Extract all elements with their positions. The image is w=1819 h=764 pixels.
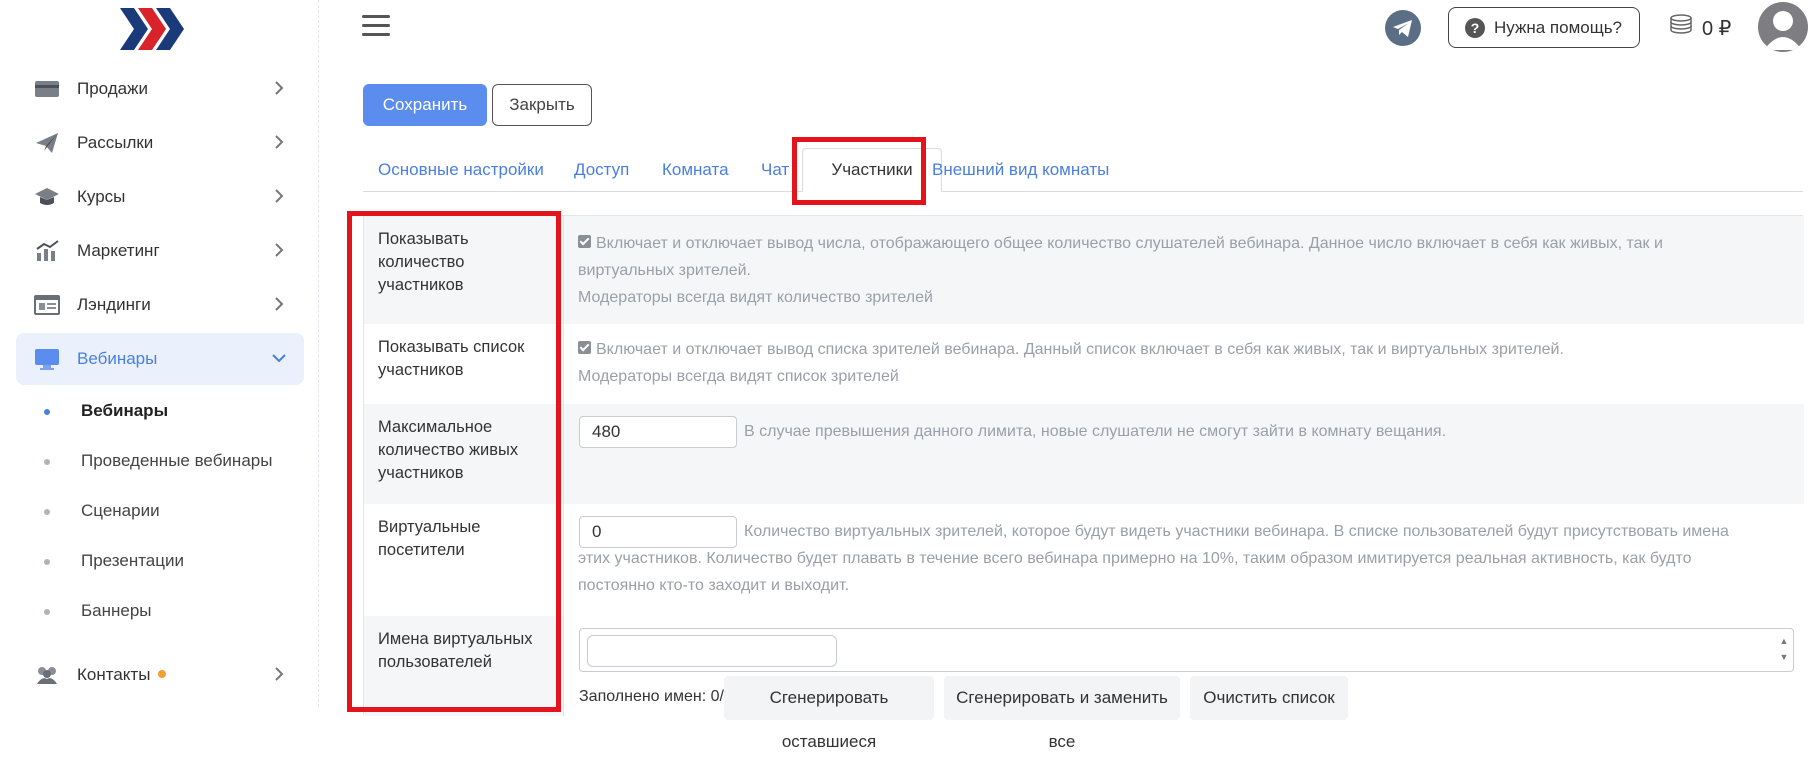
setting-description: В случае превышения данного лимита, новы… (744, 423, 1447, 440)
sidebar-item-courses[interactable]: Курсы (16, 171, 304, 223)
tab-room[interactable]: Комната (662, 160, 729, 180)
setting-description-line: Количество виртуальных зрителей, которое… (744, 523, 1729, 540)
sidebar-item-label: Вебинары (77, 349, 158, 368)
sidebar-item-mailings[interactable]: Рассылки (16, 117, 304, 169)
submenu-item-label: Вебинары (81, 401, 169, 420)
tab-participants[interactable]: Участники (802, 148, 942, 192)
submenu-item-scenarios[interactable]: Сценарии (30, 497, 300, 527)
generate-remaining-button[interactable]: Сгенерировать оставшиеся (724, 676, 934, 751)
setting-row-virtual-names: Имена виртуальных пользователей ▲ ▼ Запол… (364, 616, 1804, 751)
virtual-names-textarea[interactable]: ▲ ▼ (579, 628, 1794, 672)
sidebar-item-webinars[interactable]: Вебинары (16, 333, 304, 385)
coins-icon (1670, 14, 1692, 34)
bullet-icon (44, 559, 50, 565)
sidebar-item-contacts[interactable]: Контакты (16, 649, 304, 701)
balance-amount: 0 ₽ (1702, 18, 1732, 40)
paper-plane-icon (36, 133, 58, 153)
submenu-item-banners[interactable]: Баннеры (30, 597, 300, 627)
tab-room-appearance[interactable]: Внешний вид комнаты (932, 160, 1109, 180)
sidebar-item-label-text: Контакты (77, 665, 151, 684)
show-list-checkbox[interactable] (578, 341, 591, 355)
sidebar-item-sales[interactable]: Продажи (16, 63, 304, 115)
sidebar-item-label: Рассылки (77, 133, 154, 152)
setting-description-line: Модераторы всегда видят список зрителей (578, 368, 899, 385)
chevron-right-icon (275, 135, 284, 149)
submenu-item-presentations[interactable]: Презентации (30, 547, 300, 577)
setting-description: Включает и отключает вывод числа, отобра… (578, 230, 1793, 311)
bullet-icon (44, 409, 50, 415)
help-label: Нужна помощь? (1494, 18, 1623, 37)
setting-label: Имена виртуальных пользователей (378, 630, 533, 671)
sidebar-item-marketing[interactable]: Маркетинг (16, 225, 304, 277)
close-button[interactable]: Закрыть (492, 84, 592, 126)
clear-list-button[interactable]: Очистить список (1190, 676, 1348, 720)
sidebar-item-label: Лэндинги (77, 295, 151, 314)
tab-chat[interactable]: Чат (761, 160, 789, 180)
name-entry-input[interactable] (587, 635, 837, 667)
setting-label: Показывать список участников (378, 338, 525, 379)
graduation-cap-icon (35, 188, 59, 205)
setting-label: Максимальное количество живых участников (378, 418, 519, 482)
sidebar-item-landings[interactable]: Лэндинги (16, 279, 304, 331)
users-icon (37, 667, 57, 684)
max-live-participants-input[interactable]: 480 (579, 416, 737, 448)
setting-row-show-list: Показывать список участников Включает и … (364, 324, 1804, 405)
question-icon: ? (1465, 18, 1485, 38)
submenu-item-label: Проведенные вебинары (81, 451, 273, 470)
submenu-item-label: Сценарии (81, 501, 160, 520)
setting-description: Включает и отключает вывод списка зрител… (578, 336, 1793, 390)
chevron-right-icon (275, 81, 284, 95)
sidebar-item-label: Курсы (77, 187, 126, 206)
monitor-icon (35, 349, 59, 370)
setting-description-line: Модераторы всегда видят количество зрите… (578, 289, 933, 306)
setting-description-line: Включает и отключает вывод списка зрител… (596, 341, 1564, 358)
setting-label: Виртуальные посетители (378, 518, 481, 559)
setting-row-max-live: Максимальное количество живых участников… (364, 404, 1804, 505)
sidebar-item-label: Контакты (77, 665, 167, 685)
setting-description-line: виртуальных зрителей. (578, 262, 751, 279)
tab-main-settings[interactable]: Основные настройки (378, 160, 544, 180)
submenu-item-label: Презентации (81, 551, 184, 570)
setting-description-line: постоянно кто-то заходит и выходит. (578, 577, 850, 594)
chevron-right-icon (275, 667, 284, 681)
chevron-right-icon (275, 189, 284, 203)
submenu-item-webinars[interactable]: Вебинары (30, 397, 300, 427)
sidebar-item-label: Маркетинг (77, 241, 160, 260)
sidebar: Продажи Рассылки Курсы Маркетинг Лэндинг… (0, 0, 319, 707)
chevron-right-icon (275, 243, 284, 257)
names-filled-count: Заполнено имен: 0/0 (579, 688, 733, 705)
landing-icon (34, 295, 60, 315)
setting-label: Показывать количество участников (378, 230, 469, 294)
scrollbar[interactable]: ▲ ▼ (1779, 633, 1789, 667)
setting-row-show-count: Показывать количество участников Включае… (364, 216, 1804, 325)
card-icon (35, 81, 59, 97)
chart-icon (36, 240, 59, 261)
bullet-icon (44, 459, 50, 465)
bullet-icon (44, 609, 50, 615)
tab-access[interactable]: Доступ (574, 160, 629, 180)
brand-logo[interactable] (120, 8, 190, 50)
help-button[interactable]: ? Нужна помощь? (1448, 7, 1640, 48)
user-icon (1764, 11, 1802, 50)
tabs-divider (363, 191, 1803, 192)
setting-row-virtual-visitors: Виртуальные посетители 0 Количество вирт… (364, 504, 1804, 617)
bullet-icon (44, 509, 50, 515)
submenu-item-label: Баннеры (81, 601, 152, 620)
notification-dot (158, 669, 167, 678)
telegram-icon[interactable] (1385, 10, 1421, 46)
setting-description-line: этих участников. Количество будет плават… (578, 550, 1692, 567)
chevron-right-icon (275, 297, 284, 311)
show-count-checkbox[interactable] (578, 235, 591, 249)
generate-replace-all-button[interactable]: Сгенерировать и заменить все (944, 676, 1180, 751)
avatar[interactable] (1758, 2, 1808, 52)
sidebar-item-label: Продажи (77, 79, 148, 98)
menu-toggle-icon[interactable] (362, 15, 390, 39)
setting-description-line: Включает и отключает вывод числа, отобра… (596, 235, 1663, 252)
save-button[interactable]: Сохранить (363, 84, 487, 126)
chevron-down-icon (272, 354, 286, 363)
submenu-item-past-webinars[interactable]: Проведенные вебинары (30, 447, 300, 477)
participants-settings-table: Показывать количество участников Включае… (363, 215, 1804, 751)
virtual-visitors-input[interactable]: 0 (579, 516, 737, 548)
